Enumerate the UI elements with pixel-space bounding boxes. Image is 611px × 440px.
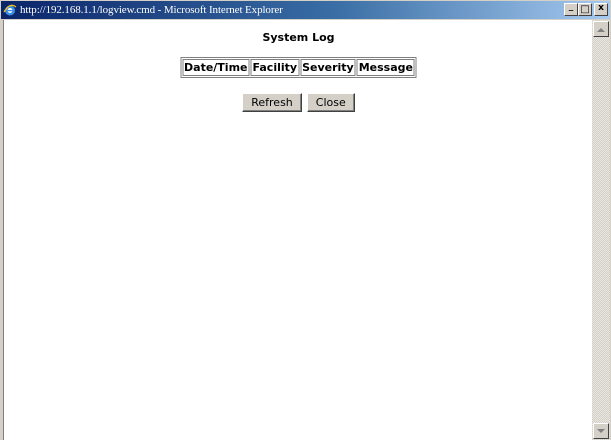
- close-icon: x: [598, 3, 604, 13]
- page-title: System Log: [262, 31, 335, 44]
- refresh-button[interactable]: Refresh: [242, 93, 302, 112]
- page-viewport: System Log Date/Time Facility Severity M…: [3, 20, 593, 440]
- scroll-down-button[interactable]: [593, 423, 609, 439]
- column-header-severity: Severity: [300, 59, 356, 76]
- action-buttons: Refresh Close: [4, 93, 593, 112]
- scroll-up-arrow-icon: [597, 27, 605, 32]
- scroll-down-arrow-icon: [597, 428, 605, 433]
- column-header-date-time: Date/Time: [182, 59, 250, 76]
- internet-explorer-icon[interactable]: [3, 3, 17, 17]
- vertical-scrollbar[interactable]: [592, 20, 610, 440]
- maximize-icon: □: [580, 3, 590, 15]
- browser-window: http://192.168.1.1/logview.cmd - Microso…: [0, 0, 611, 440]
- table-header-row: Date/Time Facility Severity Message: [182, 59, 415, 76]
- column-header-message: Message: [356, 59, 415, 76]
- window-controls: _ □ x: [564, 3, 608, 16]
- column-header-facility: Facility: [250, 59, 300, 76]
- maximize-button[interactable]: □: [578, 3, 592, 16]
- minimize-icon: _: [568, 2, 574, 12]
- close-button[interactable]: Close: [306, 93, 355, 112]
- minimize-button[interactable]: _: [564, 3, 578, 16]
- close-window-button[interactable]: x: [594, 3, 608, 16]
- window-title: http://192.168.1.1/logview.cmd - Microso…: [20, 4, 283, 16]
- title-bar[interactable]: http://192.168.1.1/logview.cmd - Microso…: [1, 1, 610, 19]
- system-log-table: Date/Time Facility Severity Message: [180, 57, 417, 78]
- scroll-up-button[interactable]: [593, 21, 609, 37]
